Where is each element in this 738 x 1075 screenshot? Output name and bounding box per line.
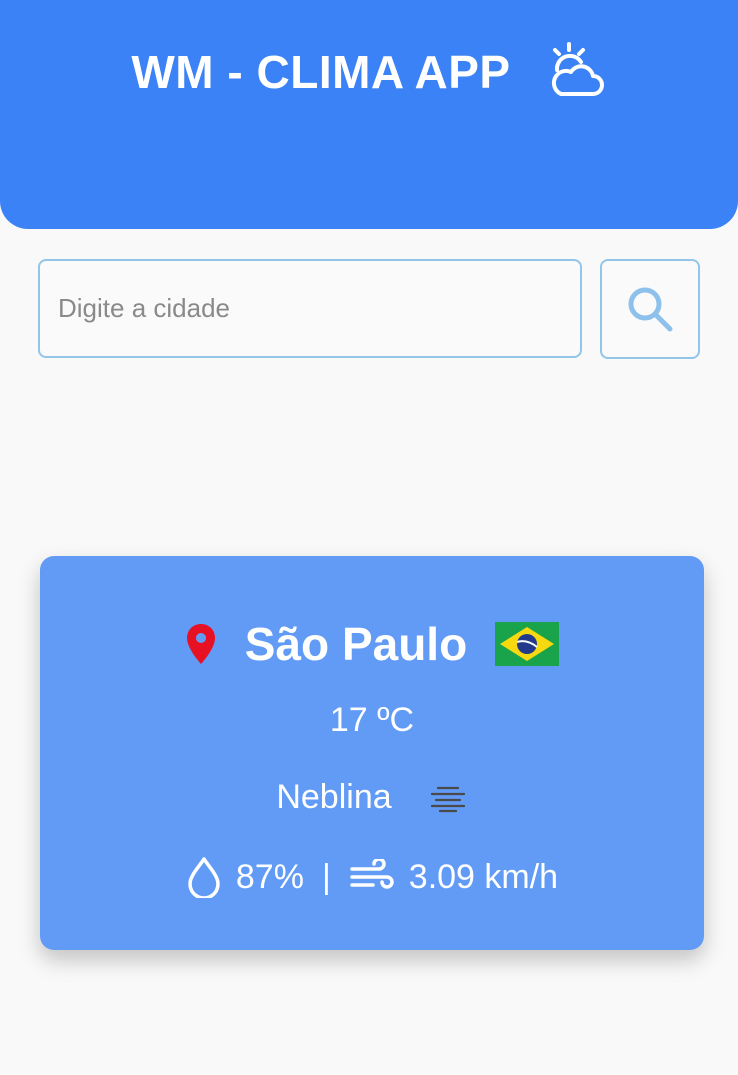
- app-header: WM - CLIMA APP: [0, 0, 738, 229]
- city-name: São Paulo: [244, 618, 468, 670]
- app-title: WM - CLIMA APP: [131, 46, 511, 98]
- brazil-flag-icon: [495, 622, 560, 666]
- location-row: São Paulo: [40, 616, 704, 672]
- stats-row: 87% | 3.09 km/h: [40, 856, 704, 898]
- map-pin-icon: [186, 624, 215, 664]
- separator: |: [321, 857, 331, 896]
- wind-icon: [350, 859, 394, 889]
- weather-description: Neblina: [276, 778, 392, 816]
- temperature: 17 ºC: [329, 701, 415, 739]
- city-search-input[interactable]: [38, 259, 582, 358]
- search-icon: [628, 287, 673, 332]
- wind-speed-value: 3.09 km/h: [408, 857, 559, 896]
- sun-behind-cloud-icon: [551, 42, 604, 96]
- search-button[interactable]: [600, 259, 700, 359]
- fog-icon: [430, 786, 465, 812]
- humidity-value: 87%: [235, 857, 304, 896]
- water-drop-icon: [188, 857, 220, 898]
- weather-card: São Paulo 17 ºC Neblina 87% | 3.09 km/h: [40, 556, 704, 950]
- header-title-row: WM - CLIMA APP: [0, 40, 738, 104]
- description-row: Neblina: [40, 778, 704, 817]
